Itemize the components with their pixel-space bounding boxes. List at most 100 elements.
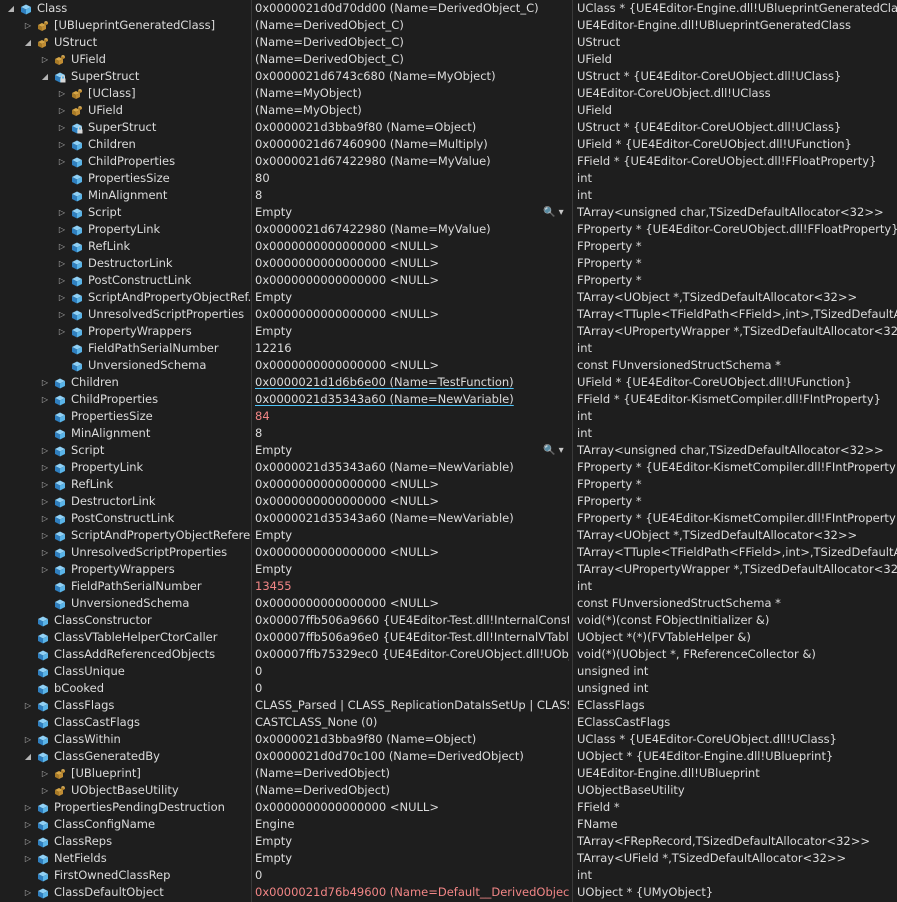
watch-value[interactable]: 0x0000000000000000 <NULL> (255, 493, 569, 510)
watch-row[interactable]: MinAlignment 8 int (0, 425, 897, 442)
magnifier-icon[interactable]: 🔍 (543, 445, 555, 456)
expand-arrow-icon[interactable]: ▷ (23, 697, 33, 714)
watch-row[interactable]: ◢ ClassGeneratedBy 0x0000021d0d70c100 (Nam… (0, 748, 897, 765)
watch-row[interactable]: ▷ PropertyLink 0x0000021d35343a60 (Name=Ne… (0, 459, 897, 476)
watch-value[interactable]: 8 (255, 425, 569, 442)
watch-row[interactable]: ▷ Script Empty 🔍 ▾ TArray<unsigned char,TSiz… (0, 442, 897, 459)
expand-arrow-icon[interactable]: ▷ (23, 731, 33, 748)
watch-row[interactable]: ▷ ClassDefaultObject 0x0000021d76b49600 (N… (0, 884, 897, 901)
watch-row[interactable]: ◢ Class 0x0000021d0d70dd00 (Name=DerivedOb… (0, 0, 897, 17)
expand-arrow-icon[interactable]: ▷ (40, 476, 50, 493)
expand-arrow-icon[interactable]: ▷ (57, 102, 67, 119)
watch-value[interactable]: 0x0000000000000000 <NULL> (255, 255, 569, 272)
watch-value[interactable]: 0x0000021d35343a60 (Name=NewVariable) (255, 459, 569, 476)
watch-row[interactable]: MinAlignment 8 int (0, 187, 897, 204)
collapse-arrow-icon[interactable]: ◢ (6, 0, 16, 17)
watch-row[interactable]: ▷ [UBlueprintGeneratedClass] (Name=Derived… (0, 17, 897, 34)
watch-value[interactable]: (Name=DerivedObject_C) (255, 34, 569, 51)
watch-value[interactable]: 0x00007ffb75329ec0 {UE4Editor-CoreUObjec… (255, 646, 569, 663)
watch-value[interactable]: Empty (255, 527, 569, 544)
expand-arrow-icon[interactable]: ▷ (57, 289, 67, 306)
watch-value[interactable]: 0 (255, 663, 569, 680)
watch-row[interactable]: ▷ Script Empty 🔍 ▾ TArray<unsigned char,TSiz… (0, 204, 897, 221)
expand-arrow-icon[interactable]: ▷ (40, 527, 50, 544)
watch-value[interactable]: 0x0000000000000000 <NULL> (255, 544, 569, 561)
watch-value[interactable]: 0x0000021d67422980 (Name=MyValue) (255, 153, 569, 170)
watch-row[interactable]: ClassVTableHelperCtorCaller 0x00007ffb506… (0, 629, 897, 646)
watch-row[interactable]: ▷ NetFields Empty TArray<UField *,TSizedDef… (0, 850, 897, 867)
watch-row[interactable]: ▷ ChildProperties 0x0000021d35343a60 (Name… (0, 391, 897, 408)
watch-row[interactable]: bCooked 0 unsigned int (0, 680, 897, 697)
watch-row[interactable]: ▷ DestructorLink 0x0000000000000000 <NULL>… (0, 493, 897, 510)
watch-row[interactable]: ▷ PostConstructLink 0x0000000000000000 <NU… (0, 272, 897, 289)
watch-row[interactable]: UnversionedSchema 0x0000000000000000 <NUL… (0, 357, 897, 374)
expand-arrow-icon[interactable]: ▷ (40, 442, 50, 459)
dropdown-arrow-icon[interactable]: ▾ (555, 207, 564, 218)
watch-row[interactable]: ◢ UStruct (Name=DerivedObject_C) UStruct (0, 34, 897, 51)
expand-arrow-icon[interactable]: ▷ (23, 17, 33, 34)
watch-value[interactable]: 84 (255, 408, 569, 425)
expand-arrow-icon[interactable]: ▷ (57, 136, 67, 153)
watch-row[interactable]: ▷ ScriptAndPropertyObjectRef... Empty TArra… (0, 289, 897, 306)
watch-value[interactable]: (Name=DerivedObject) (255, 782, 569, 799)
watch-row[interactable]: ClassConstructor 0x00007ffb506a9660 {UE4E… (0, 612, 897, 629)
watch-value[interactable]: 0x0000021d6743c680 (Name=MyObject) (255, 68, 569, 85)
magnifier-icon[interactable]: 🔍 (543, 207, 555, 218)
collapse-arrow-icon[interactable]: ◢ (23, 748, 33, 765)
watch-row[interactable]: ▷ [UClass] (Name=MyObject) UE4Editor-CoreUO… (0, 85, 897, 102)
watch-row[interactable]: ▷ DestructorLink 0x0000000000000000 <NULL>… (0, 255, 897, 272)
expand-arrow-icon[interactable]: ▷ (23, 799, 33, 816)
watch-value[interactable]: 0x0000021d0d70c100 (Name=DerivedObject) (255, 748, 569, 765)
watch-row[interactable]: ▷ Children 0x0000021d67460900 (Name=Multip… (0, 136, 897, 153)
watch-value[interactable]: 0x0000000000000000 <NULL> (255, 306, 569, 323)
watch-row[interactable]: FieldPathSerialNumber 13455 int (0, 578, 897, 595)
expand-arrow-icon[interactable]: ▷ (23, 833, 33, 850)
expand-arrow-icon[interactable]: ▷ (57, 153, 67, 170)
watch-value[interactable]: 0x0000021d67460900 (Name=Multiply) (255, 136, 569, 153)
watch-row[interactable]: ▷ UnresolvedScriptProperties 0x00000000000… (0, 306, 897, 323)
watch-value[interactable]: 8 (255, 187, 569, 204)
watch-row[interactable]: ClassCastFlags CASTCLASS_None (0) EClassCa… (0, 714, 897, 731)
expand-arrow-icon[interactable]: ▷ (40, 510, 50, 527)
watch-row[interactable]: ▷ PropertiesPendingDestruction 0x000000000… (0, 799, 897, 816)
watch-value[interactable]: Engine (255, 816, 569, 833)
expand-arrow-icon[interactable]: ▷ (40, 459, 50, 476)
watch-row[interactable]: ▷ ClassConfigName Engine FName (0, 816, 897, 833)
watch-row[interactable]: UnversionedSchema 0x0000000000000000 <NUL… (0, 595, 897, 612)
expand-arrow-icon[interactable]: ▷ (23, 850, 33, 867)
watch-row[interactable]: ▷ Children 0x0000021d1d6b6e00 (Name=TestFu… (0, 374, 897, 391)
watch-row[interactable]: ▷ ChildProperties 0x0000021d67422980 (Name… (0, 153, 897, 170)
watch-row[interactable]: ▷ PropertyWrappers Empty TArray<UPropertyWr… (0, 323, 897, 340)
watch-row[interactable]: ▷ ScriptAndPropertyObjectRefere... Empty TA… (0, 527, 897, 544)
watch-value[interactable]: CLASS_Parsed | CLASS_ReplicationDataIsSe… (255, 697, 569, 714)
expand-arrow-icon[interactable]: ▷ (40, 391, 50, 408)
collapse-arrow-icon[interactable]: ◢ (23, 34, 33, 51)
expand-arrow-icon[interactable]: ▷ (23, 816, 33, 833)
watch-value[interactable]: 80 (255, 170, 569, 187)
watch-row[interactable]: ▷ ClassWithin 0x0000021d3bba9f80 (Name=Obj… (0, 731, 897, 748)
expand-arrow-icon[interactable]: ▷ (40, 765, 50, 782)
watch-row[interactable]: FirstOwnedClassRep 0 int (0, 867, 897, 884)
watch-value[interactable]: Empty (255, 561, 569, 578)
watch-value[interactable]: 0x0000021d35343a60 (Name=NewVariable) (255, 510, 569, 527)
watch-value[interactable]: 13455 (255, 578, 569, 595)
watch-row[interactable]: ▷ RefLink 0x0000000000000000 <NULL> FProper… (0, 476, 897, 493)
watch-value[interactable]: Empty (255, 850, 569, 867)
watch-row[interactable]: ClassAddReferencedObjects 0x00007ffb75329… (0, 646, 897, 663)
watch-value[interactable]: 0x0000021d76b49600 (Name=Default__Derive… (255, 884, 569, 901)
expand-arrow-icon[interactable]: ▷ (57, 306, 67, 323)
visualizer-search-button[interactable]: 🔍 ▾ (543, 442, 569, 459)
watch-value[interactable]: 0x0000000000000000 <NULL> (255, 595, 569, 612)
expand-arrow-icon[interactable]: ▷ (57, 221, 67, 238)
watch-row[interactable]: ◢ SuperStruct 0x0000021d6743c680 (Name=MyO… (0, 68, 897, 85)
watch-value[interactable]: Empty (255, 289, 569, 306)
watch-value[interactable]: (Name=DerivedObject_C) (255, 51, 569, 68)
watch-row[interactable]: ▷ PropertyLink 0x0000021d67422980 (Name=My… (0, 221, 897, 238)
expand-arrow-icon[interactable]: ▷ (40, 493, 50, 510)
watch-value[interactable]: 12216 (255, 340, 569, 357)
expand-arrow-icon[interactable]: ▷ (57, 272, 67, 289)
watch-row[interactable]: ▷ ClassReps Empty TArray<FRepRecord,TSizedD… (0, 833, 897, 850)
watch-value[interactable]: (Name=MyObject) (255, 85, 569, 102)
expand-arrow-icon[interactable]: ▷ (57, 255, 67, 272)
expand-arrow-icon[interactable]: ▷ (40, 561, 50, 578)
